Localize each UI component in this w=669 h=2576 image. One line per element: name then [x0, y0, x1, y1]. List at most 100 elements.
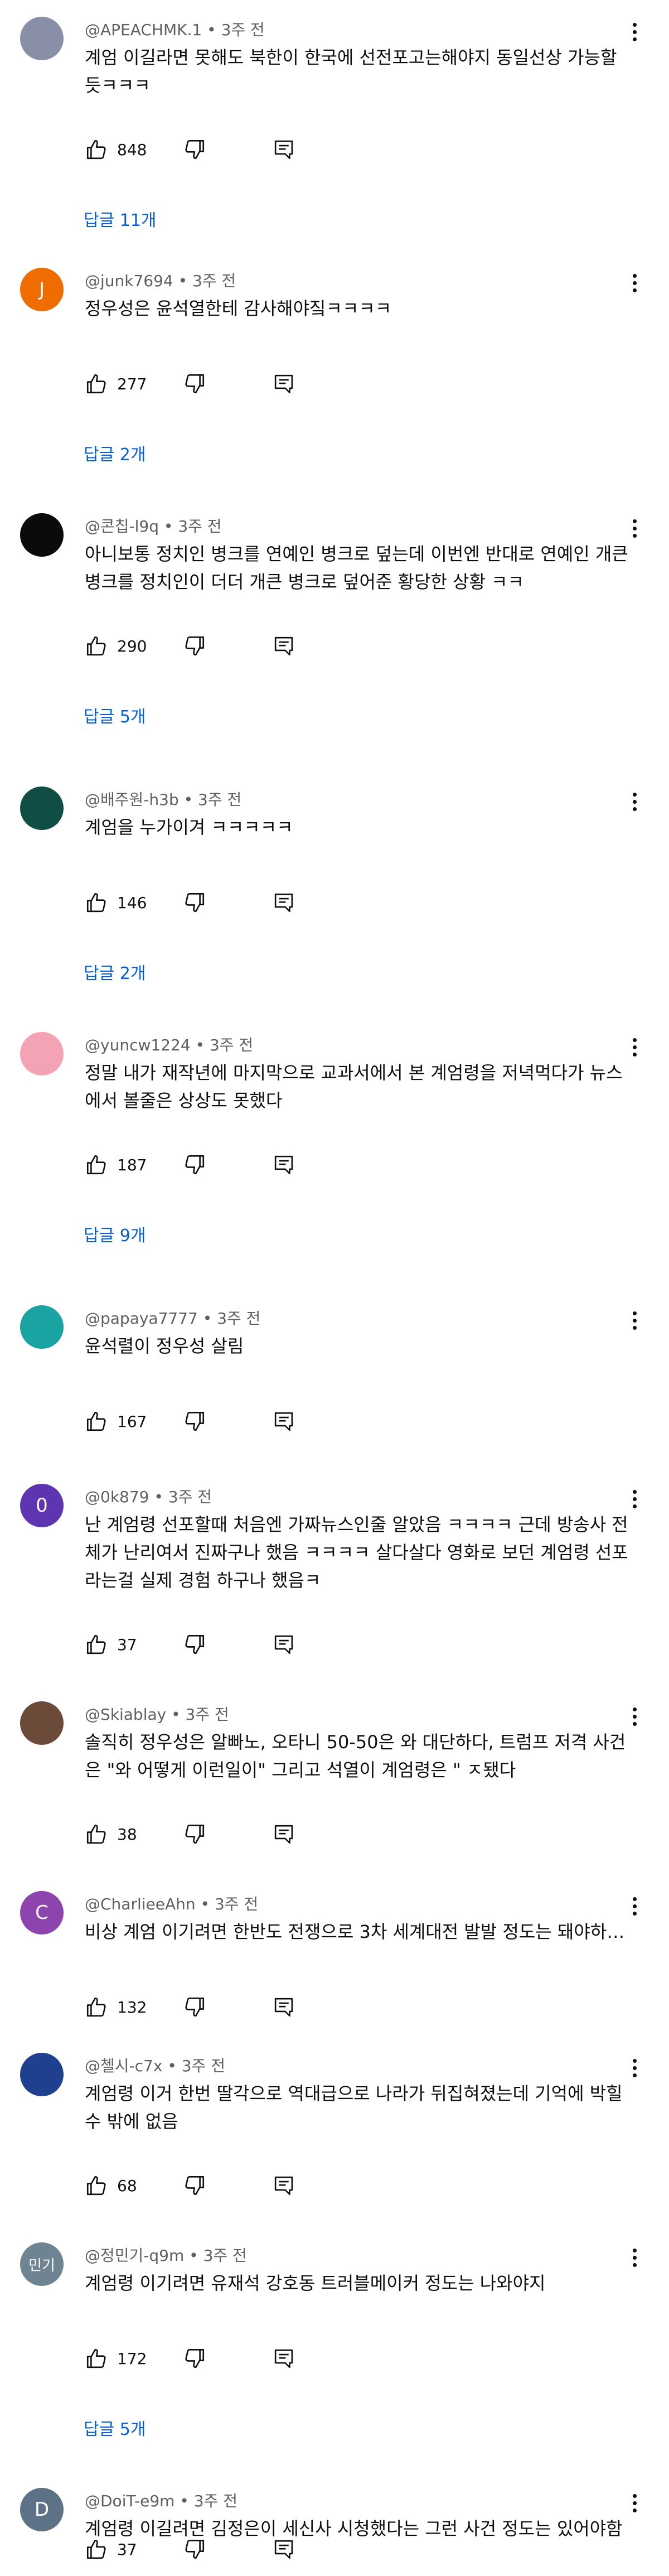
meta-separator: •	[183, 790, 198, 809]
dislike-button[interactable]	[183, 2169, 206, 2202]
reply-button[interactable]	[272, 2342, 295, 2375]
dislike-button[interactable]	[183, 133, 206, 166]
like-button[interactable]: 68	[85, 2169, 137, 2202]
more-options-icon[interactable]	[628, 1892, 641, 1920]
author-handle[interactable]: @CharlieeAhn	[85, 1895, 196, 1913]
like-count: 187	[117, 1155, 147, 1174]
dislike-button[interactable]	[183, 1148, 206, 1181]
avatar[interactable]	[20, 787, 64, 830]
avatar[interactable]	[20, 1305, 64, 1349]
like-button[interactable]: 37	[85, 2532, 137, 2566]
dislike-button[interactable]	[183, 2532, 206, 2566]
dislike-button[interactable]	[183, 2342, 206, 2375]
thumbs-down-icon	[185, 1997, 205, 2017]
avatar[interactable]	[20, 513, 64, 557]
avatar[interactable]: C	[20, 1891, 64, 1935]
thumbs-up-icon	[86, 2175, 106, 2196]
like-button[interactable]: 38	[85, 1817, 137, 1851]
more-options-icon[interactable]	[628, 1306, 641, 1334]
reply-button[interactable]	[272, 2532, 295, 2566]
like-button[interactable]: 167	[85, 1405, 147, 1438]
like-button[interactable]: 172	[85, 2342, 147, 2375]
avatar[interactable]	[20, 1032, 64, 1075]
dislike-button[interactable]	[183, 886, 206, 919]
like-count: 167	[117, 1412, 147, 1431]
more-options-icon[interactable]	[628, 2054, 641, 2082]
view-replies-link[interactable]: 답글 11개	[84, 206, 157, 231]
like-button[interactable]: 187	[85, 1148, 147, 1181]
like-button[interactable]: 132	[85, 1990, 147, 2024]
like-button[interactable]: 146	[85, 886, 147, 919]
like-button[interactable]: 848	[85, 133, 147, 166]
view-replies-link[interactable]: 답글 2개	[84, 959, 146, 984]
more-options-icon[interactable]	[628, 2489, 641, 2517]
dislike-button[interactable]	[183, 1405, 206, 1438]
comment-time: 3주 전	[181, 2057, 225, 2075]
avatar[interactable]: J	[20, 268, 64, 311]
thumbs-up-icon	[86, 1155, 106, 1175]
author-handle[interactable]: @첼시-c7x	[85, 2057, 162, 2075]
author-handle[interactable]: @papaya7777	[85, 1309, 198, 1328]
avatar[interactable]	[20, 2053, 64, 2096]
view-replies-link[interactable]: 답글 2개	[84, 441, 146, 465]
reply-button[interactable]	[272, 1148, 295, 1181]
more-options-icon[interactable]	[628, 269, 641, 297]
comment-actions: 848	[85, 133, 375, 166]
comment-actions: 290	[85, 629, 375, 663]
reply-button[interactable]	[272, 629, 295, 663]
like-button[interactable]: 290	[85, 629, 147, 663]
reply-button[interactable]	[272, 133, 295, 166]
dislike-button[interactable]	[183, 1628, 206, 1661]
like-button[interactable]: 277	[85, 367, 147, 401]
thumbs-up-icon	[86, 2348, 106, 2368]
avatar-initial: J	[38, 278, 45, 301]
like-button[interactable]: 37	[85, 1628, 137, 1661]
view-replies-link[interactable]: 답글 5개	[84, 703, 146, 727]
author-handle[interactable]: @Skiablay	[85, 1705, 166, 1724]
author-handle[interactable]: @DoiT-e9m	[85, 2492, 174, 2510]
avatar[interactable]: 민기	[20, 2242, 64, 2286]
more-options-icon[interactable]	[628, 1033, 641, 1061]
like-count: 132	[117, 1998, 147, 2017]
reply-button[interactable]	[272, 886, 295, 919]
reply-button[interactable]	[272, 1405, 295, 1438]
dislike-button[interactable]	[183, 367, 206, 401]
reply-button[interactable]	[272, 1628, 295, 1661]
author-handle[interactable]: @yuncw1224	[85, 1036, 191, 1054]
reply-button[interactable]	[272, 2169, 295, 2202]
reply-button[interactable]	[272, 367, 295, 401]
comment-actions: 37	[85, 1628, 375, 1661]
more-options-icon[interactable]	[628, 2244, 641, 2271]
author-handle[interactable]: @콘칩-l9q	[85, 517, 159, 536]
view-replies-link[interactable]: 답글 9개	[84, 1222, 146, 1246]
author-handle[interactable]: @정민기-q9m	[85, 2246, 184, 2265]
thumbs-down-icon	[185, 1155, 205, 1175]
dislike-button[interactable]	[183, 1817, 206, 1851]
reply-button[interactable]	[272, 1990, 295, 2024]
comment-actions: 146	[85, 886, 375, 919]
more-options-icon[interactable]	[628, 1485, 641, 1513]
dislike-button[interactable]	[183, 1990, 206, 2024]
avatar[interactable]: D	[20, 2488, 64, 2531]
view-replies-link[interactable]: 답글 5개	[84, 2415, 146, 2440]
author-handle[interactable]: @배주원-h3b	[85, 790, 179, 809]
avatar[interactable]: 0	[20, 1484, 64, 1527]
author-handle[interactable]: @junk7694	[85, 272, 173, 290]
meta-separator: •	[178, 272, 193, 290]
reply-button[interactable]	[272, 1817, 295, 1851]
more-options-icon[interactable]	[628, 514, 641, 542]
author-handle[interactable]: @0k879	[85, 1488, 149, 1506]
more-options-icon[interactable]	[628, 788, 641, 816]
more-options-icon[interactable]	[628, 1702, 641, 1730]
comment-text: 계엄 이길라면 못해도 북한이 한국에 선전포고는해야지 동일선상 가능할듯ㅋㅋ…	[85, 47, 617, 96]
comment-text: 계엄령 이기려면 유재석 강호동 트러블메이커 정도는 나와야지	[85, 2273, 546, 2294]
meta-separator: •	[207, 21, 221, 39]
comment-meta: @0k879 • 3주 전	[85, 1485, 212, 1507]
avatar[interactable]	[20, 1701, 64, 1745]
dislike-button[interactable]	[183, 629, 206, 663]
more-options-icon[interactable]	[628, 18, 641, 46]
comment-time: 3주 전	[168, 1488, 212, 1506]
avatar[interactable]	[20, 17, 64, 60]
meta-separator: •	[167, 2057, 182, 2075]
author-handle[interactable]: @APEACHMK.1	[85, 21, 202, 39]
